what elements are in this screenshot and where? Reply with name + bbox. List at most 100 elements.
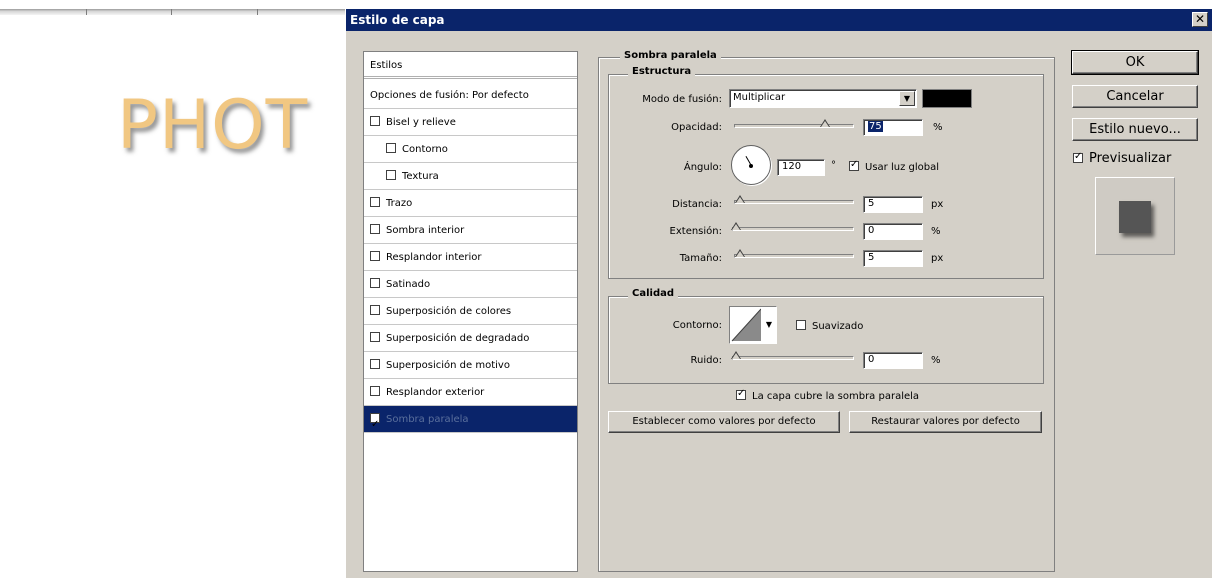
spread-input[interactable]: 0 [863,223,923,240]
style-item[interactable]: Superposición de degradado [364,325,577,352]
checkbox-icon[interactable] [386,170,396,180]
distance-unit: px [931,199,944,210]
style-item-label: Sombra paralela [386,414,469,425]
size-unit: px [931,253,944,264]
ruler-tick [257,9,258,15]
chevron-down-icon[interactable]: ▼ [762,307,776,343]
style-item-label: Bisel y relieve [386,117,456,128]
checkbox-icon[interactable] [370,224,380,234]
style-item[interactable]: Superposición de colores [364,298,577,325]
styles-header[interactable]: Estilos [364,52,577,79]
size-label: Tamaño: [679,253,722,264]
checkbox-icon[interactable] [370,251,380,261]
reset-default-button[interactable]: Restaurar valores por defecto [849,411,1042,433]
preview-thumbnail [1119,201,1151,233]
distance-slider[interactable] [734,195,854,204]
canvas-text: PHOT [117,86,309,165]
angle-unit: ° [831,160,836,171]
opacity-input[interactable]: 75 [863,119,923,136]
contour-picker[interactable]: ▼ [729,306,777,344]
style-item-label: Resplandor interior [386,252,482,263]
slider-thumb[interactable] [735,195,746,204]
checkbox-icon[interactable] [1073,151,1083,163]
checkbox-icon[interactable] [370,359,380,369]
style-preview [1095,177,1175,255]
style-item-label: Resplandor exterior [386,387,485,398]
style-item[interactable]: Satinado [364,271,577,298]
checkbox-icon[interactable] [386,143,396,153]
angle-center [749,164,753,168]
new-style-button[interactable]: Estilo nuevo... [1072,118,1198,141]
style-item[interactable]: Sombra paralela [364,406,577,438]
layer-style-dialog: Estilo de capa ✕ Estilos Opciones de fus… [345,9,1212,578]
canvas-ruler [0,9,345,15]
style-item[interactable]: Sombra interior [364,217,577,244]
checkbox-icon[interactable] [796,320,806,330]
noise-slider[interactable] [731,351,854,360]
antialias-checkbox[interactable]: Suavizado [796,320,863,332]
checkbox-icon[interactable] [370,278,380,288]
preview-checkbox[interactable]: Previsualizar [1073,151,1171,166]
blend-options-item[interactable]: Opciones de fusión: Por defecto [364,82,577,109]
slider-thumb[interactable] [731,351,742,360]
style-item-label: Superposición de degradado [386,333,530,344]
angle-label: Ángulo: [683,162,722,173]
close-icon: ✕ [1194,12,1206,26]
ok-button[interactable]: OK [1071,50,1199,75]
slider-thumb[interactable] [735,249,746,258]
quality-group [608,296,1044,384]
blend-mode-value: Multiplicar [733,92,786,103]
size-slider[interactable] [734,249,854,258]
style-item[interactable]: Textura [364,163,577,190]
opacity-slider[interactable] [734,119,854,128]
opacity-label: Opacidad: [671,122,722,133]
blend-mode-label: Modo de fusión: [642,94,722,105]
distance-label: Distancia: [672,199,722,210]
checkbox-icon[interactable] [370,305,380,315]
knockout-checkbox[interactable]: La capa cubre la sombra paralela [736,388,919,402]
noise-unit: % [931,355,941,366]
make-default-button[interactable]: Establecer como valores por defecto [608,411,840,433]
style-item-label: Sombra interior [386,225,465,236]
spread-unit: % [931,226,941,237]
checkbox-icon[interactable] [849,159,859,171]
close-button[interactable]: ✕ [1192,12,1208,27]
global-light-checkbox[interactable]: Usar luz global [849,159,939,173]
style-item[interactable]: Superposición de motivo [364,352,577,379]
global-light-label: Usar luz global [865,162,939,173]
style-item-label: Superposición de colores [386,306,512,317]
style-item[interactable]: Bisel y relieve [364,109,577,136]
angle-input[interactable]: 120 [777,159,825,176]
chevron-down-icon[interactable]: ▼ [899,91,915,106]
noise-input[interactable]: 0 [863,352,923,369]
drop-shadow-title: Sombra paralela [620,50,721,61]
style-item[interactable]: Resplandor interior [364,244,577,271]
antialias-label: Suavizado [812,321,864,332]
checkbox-icon[interactable] [370,116,380,126]
checkbox-icon[interactable] [370,411,380,438]
spread-slider[interactable] [731,222,854,231]
checkbox-icon[interactable] [370,386,380,396]
checkbox-icon[interactable] [370,332,380,342]
style-item-label: Satinado [386,279,431,290]
slider-thumb[interactable] [731,222,742,231]
angle-dial[interactable] [731,145,771,185]
blend-mode-select[interactable]: Multiplicar ▼ [729,89,917,108]
preview-label: Previsualizar [1089,151,1172,166]
style-item[interactable]: Contorno [364,136,577,163]
shadow-color-swatch[interactable] [922,89,972,108]
cancel-button[interactable]: Cancelar [1072,85,1198,108]
checkbox-icon[interactable] [370,197,380,207]
ruler-tick [171,9,172,15]
style-item-label: Contorno [402,144,448,155]
slider-thumb[interactable] [820,119,831,128]
distance-input[interactable]: 5 [863,196,923,213]
size-input[interactable]: 5 [863,250,923,267]
opacity-value: 75 [868,121,883,132]
style-item-label: Textura [402,171,439,182]
checkbox-icon[interactable] [736,388,746,400]
style-item[interactable]: Resplandor exterior [364,379,577,406]
style-item-label: Trazo [386,198,413,209]
style-item[interactable]: Trazo [364,190,577,217]
quality-legend: Calidad [628,288,679,299]
